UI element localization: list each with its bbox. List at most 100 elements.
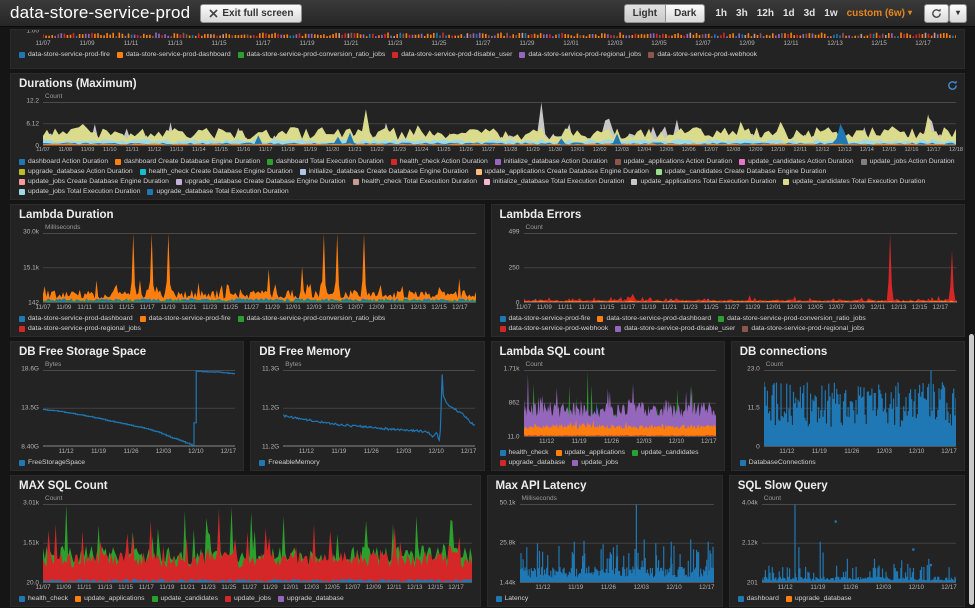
legend-item[interactable]: DatabaseConnections [740,458,816,467]
legend-item[interactable]: update_candidates Action Duration [739,157,853,166]
legend-item[interactable]: upgrade_database Total Execution Duratio… [147,187,288,196]
legend-item[interactable]: data-store-service-prod-conversion_ratio… [238,50,386,59]
legend-item[interactable]: dashboard Action Duration [19,157,108,166]
legend-item[interactable]: update_candidates Create Database Engine… [656,167,826,176]
x-tick: 11/17 [259,147,273,153]
legend-item[interactable]: data-store-service-prod-disable_user [392,50,512,59]
legend-item[interactable]: update_jobs [572,458,618,467]
chart-plot[interactable]: Count [762,503,956,583]
legend-item[interactable]: health_check Action Duration [391,157,488,166]
legend-item[interactable]: upgrade_database Action Duration [19,167,133,176]
legend-item[interactable]: update_jobs Total Execution Duration [19,187,140,196]
range-12h[interactable]: 12h [757,8,774,19]
theme-dark-button[interactable]: Dark [666,4,705,23]
legend-item[interactable]: upgrade_database [278,594,344,603]
chart-plot[interactable]: Count [43,503,472,583]
range-1d[interactable]: 1d [783,8,795,19]
chart-plot[interactable]: Count [43,101,956,146]
chart-plot[interactable]: Count [524,369,716,437]
x-axis: 11/0711/0911/1111/1311/1511/1711/1911/21… [43,583,472,592]
legend-item[interactable]: data-store-service-prod-regional_jobs [519,50,641,59]
legend-item[interactable]: data-store-service-prod-webhook [500,324,609,333]
legend-item[interactable]: update_candidates [152,594,218,603]
legend-item[interactable]: upgrade_database Create Database Engine … [176,177,346,186]
legend-item[interactable]: health_check Create Database Engine Dura… [140,167,293,176]
chart-plot[interactable]: Milliseconds [43,232,476,303]
chart-area: 12.26.120 Count 11/0711/0811/0911/1011/1… [13,101,956,155]
chart-plot[interactable]: Bytes [283,369,475,447]
legend-label: health_check [28,594,68,603]
legend-item[interactable]: update_jobs [225,594,271,603]
legend-item[interactable]: update_applications Total Execution Dura… [631,177,776,186]
legend-item[interactable]: update_applications [75,594,144,603]
y-axis-unit: Count [526,224,543,231]
chart-area: 30.0k15.1k142 Milliseconds 11/0711/0911/… [13,232,476,312]
chart-plot[interactable] [43,31,956,39]
chart-plot[interactable]: Count [524,232,957,303]
range-1w[interactable]: 1w [824,8,837,19]
legend-item[interactable]: data-store-service-prod-conversion_ratio… [718,314,866,323]
legend-item[interactable]: data-store-service-prod-webhook [648,50,757,59]
legend-item[interactable]: data-store-service-prod-conversion_ratio… [238,314,386,323]
legend-item[interactable]: initialize_database Create Database Engi… [300,167,469,176]
theme-light-button[interactable]: Light [624,4,666,23]
panel-title: Durations (Maximum) [11,74,964,91]
legend-item[interactable]: data-store-service-prod-disable_user [615,324,735,333]
legend-item[interactable]: data-store-service-prod-fire [140,314,231,323]
x-tick: 11/19 [810,584,825,591]
range-3h[interactable]: 3h [736,8,748,19]
legend-label: data-store-service-prod-conversion_ratio… [247,314,386,323]
x-tick: 12/02 [593,147,607,153]
legend-item[interactable]: health_check [500,448,549,457]
legend-chip [115,159,121,165]
legend-item[interactable]: update_jobs Action Duration [861,157,955,166]
chart-plot[interactable]: Count [764,369,956,447]
legend-item[interactable]: data-store-service-prod-regional_jobs [742,324,864,333]
legend-item[interactable]: data-store-service-prod-fire [19,50,110,59]
range-3d[interactable]: 3d [804,8,816,19]
legend-item[interactable]: health_check Total Execution Duration [353,177,478,186]
legend-item[interactable]: data-store-service-prod-regional_jobs [19,324,141,333]
custom-range-dropdown[interactable]: custom (6w) ▾ [847,8,912,19]
chart-canvas [520,503,714,583]
legend-item[interactable]: update_candidates Total Execution Durati… [783,177,925,186]
legend-item[interactable]: upgrade_database [500,458,566,467]
exit-fullscreen-button[interactable]: Exit full screen [200,4,302,23]
y-tick: 15.1k [23,264,39,271]
plot-column: Milliseconds 11/0711/0911/1111/1311/1511… [43,232,476,312]
legend-item[interactable]: update_jobs Create Database Engine Durat… [19,177,169,186]
legend-item[interactable]: update_applications Create Database Engi… [476,167,649,176]
legend-chip [238,316,244,322]
range-1h[interactable]: 1h [715,8,727,19]
panel-top-activity: 1.00 11/0711/0911/1111/1311/1511/1711/19… [10,29,965,69]
legend-item[interactable]: FreeableMemory [259,458,319,467]
top-bar: data-store-service-prod Exit full screen… [0,0,975,27]
legend-item[interactable]: dashboard [738,594,779,603]
legend-item[interactable]: data-store-service-prod-dashboard [117,50,231,59]
legend-item[interactable]: health_check [19,594,68,603]
legend-item[interactable]: FreeStorageSpace [19,458,85,467]
legend-item[interactable]: data-store-service-prod-fire [500,314,591,323]
legend-item[interactable]: update_candidates [632,448,698,457]
legend-item[interactable]: dashboard Total Execution Duration [267,157,384,166]
refresh-button[interactable] [924,4,949,23]
y-tick: 8.40G [21,444,39,451]
chart-plot[interactable]: Milliseconds [520,503,714,583]
legend-item[interactable]: initialize_database Action Duration [495,157,608,166]
legend-item[interactable]: data-store-service-prod-dashboard [19,314,133,323]
legend-label: update_candidates Action Duration [748,157,853,166]
scrollbar[interactable] [969,334,974,605]
legend-item[interactable]: data-store-service-prod-dashboard [597,314,711,323]
legend-item[interactable]: upgrade_database [786,594,852,603]
chart-plot[interactable]: Bytes [43,369,235,447]
panel-refresh-icon[interactable] [947,78,958,89]
x-tick: 11/21 [662,304,677,311]
legend-item[interactable]: update_applications Action Duration [615,157,732,166]
legend-item[interactable]: Latency [496,594,529,603]
panel-max-api-latency: Max API Latency 50.1k25.8k1.44k Millisec… [487,475,723,607]
refresh-options-button[interactable]: ▾ [949,4,967,23]
x-tick: 11/27 [482,147,496,153]
legend-item[interactable]: initialize_database Total Execution Dura… [484,177,624,186]
legend-item[interactable]: update_applications [556,448,625,457]
legend-item[interactable]: dashboard Create Database Engine Duratio… [115,157,260,166]
